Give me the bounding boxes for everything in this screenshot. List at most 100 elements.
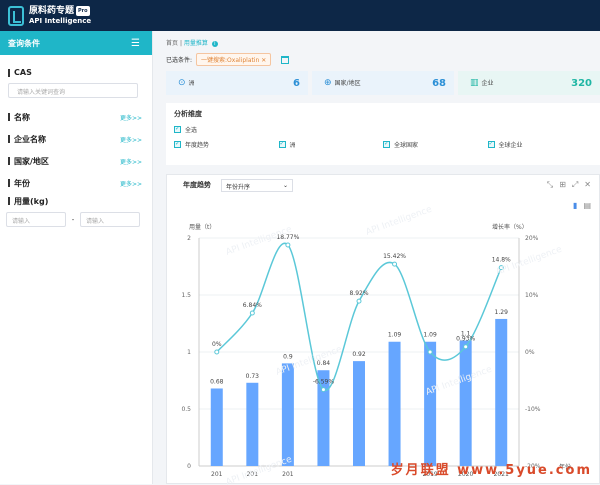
sort-value: 年份升序 <box>226 183 251 191</box>
checkbox-icon <box>487 140 495 148</box>
analysis-options: 年度趋势 洲 全球国家 全球企业 <box>174 140 592 149</box>
menu-icon[interactable]: ☰ <box>131 38 140 49</box>
sidebar: 查询条件 ☰ CAS 请输入关键词查询 名称 更多>> 企业名称 更多>> 国家… <box>0 31 153 484</box>
country-more-link[interactable]: 更多>> <box>120 157 142 166</box>
y-tick-label-right: 20% <box>525 235 539 242</box>
y-tick-label-left: 2 <box>187 235 191 242</box>
option-continent[interactable]: 洲 <box>278 140 384 149</box>
sort-select[interactable]: 年份升序 ⌄ <box>221 178 293 192</box>
growth-rate-point <box>214 349 220 355</box>
sidebar-title: 查询条件 <box>8 38 40 48</box>
amount-max-input[interactable]: 请输入 <box>80 212 140 227</box>
stat-value: 6 <box>293 77 300 89</box>
cas-search-input[interactable]: 请输入关键词查询 <box>8 83 138 98</box>
breadcrumb-separator: | <box>179 40 182 47</box>
growth-rate-label: 0.93% <box>456 336 475 343</box>
breadcrumb-current: 用量推算 <box>183 40 208 47</box>
filter-row-year: 年份 更多>> <box>8 172 142 194</box>
checkbox-icon <box>174 125 181 133</box>
analysis-title: 分析维度 <box>174 110 202 118</box>
info-icon[interactable]: i <box>211 41 218 47</box>
y-tick-label-left: 1 <box>187 349 191 356</box>
site-watermark: 岁月联盟 www.5yue.com <box>390 463 592 478</box>
flag-icon: ⊕ <box>324 78 332 88</box>
fullscreen-icon[interactable]: ⤢ <box>572 180 578 190</box>
option-label: 全球国家 <box>394 142 419 149</box>
chart-watermark: API Intelligence <box>365 205 434 238</box>
y-tick-label-left: 0.5 <box>181 406 191 413</box>
y-tick-label-right: -10% <box>525 406 541 413</box>
analysis-panel: 分析维度 全选 年度趋势 洲 全球国家 全球企业 <box>166 103 600 165</box>
bar <box>424 341 437 466</box>
stat-continent[interactable]: ⊙ 洲 6 <box>166 71 308 95</box>
logo-icon <box>8 5 24 26</box>
y-tick-label-left: 0 <box>187 463 191 470</box>
bar <box>246 382 259 466</box>
bar <box>495 318 508 466</box>
checkbox-icon <box>383 140 390 148</box>
close-icon[interactable]: ✕ <box>584 180 591 190</box>
chart-toolbar: ⤡ ⊞ ⤢ ✕ <box>547 180 591 190</box>
calendar-icon[interactable] <box>281 55 290 64</box>
breadcrumb-home[interactable]: 首页 <box>166 40 178 47</box>
amount-label: 用量(kg) <box>8 196 48 207</box>
x-tick-label: 201 <box>211 471 223 478</box>
select-all-checkbox[interactable]: 全选 <box>174 125 592 134</box>
growth-rate-point <box>356 298 362 304</box>
option-label: 全球企业 <box>498 142 523 149</box>
stat-label: 企业 <box>481 80 494 87</box>
bar-value-label: 0.68 <box>210 378 224 385</box>
growth-rate-point <box>392 261 398 267</box>
logo[interactable]: 原料药专题 Pro API Intelligence <box>29 5 91 26</box>
company-more-link[interactable]: 更多>> <box>120 135 142 144</box>
checkbox-icon <box>278 140 286 148</box>
checkbox-icon <box>174 140 181 148</box>
close-icon[interactable]: ✕ <box>261 57 266 64</box>
filter-row-company: 企业名称 更多>> <box>8 128 142 150</box>
amount-min-input[interactable]: 请输入 <box>6 212 66 227</box>
option-global-company[interactable]: 全球企业 <box>487 140 593 149</box>
range-separator: - <box>71 215 75 224</box>
bar-value-label: 1.29 <box>495 309 509 316</box>
stat-company[interactable]: ▥ 企业 320 <box>458 71 600 95</box>
growth-rate-point <box>320 387 326 393</box>
bar <box>388 341 401 466</box>
stat-value: 320 <box>571 77 592 89</box>
y-tick-label-right: 0% <box>525 349 535 356</box>
selected-filters: 已选条件: 一键搜索:Oxaliplatin ✕ <box>166 53 290 66</box>
y-tick-label-right: 10% <box>525 292 539 299</box>
amount-range: 请输入 - 请输入 <box>0 212 152 227</box>
option-annual-trend[interactable]: 年度趋势 <box>174 140 279 149</box>
bar-value-label: 0.9 <box>283 353 293 360</box>
option-global-country[interactable]: 全球国家 <box>383 140 488 149</box>
filter-row-country: 国家/地区 更多>> <box>8 150 142 172</box>
cas-label: CAS <box>8 68 142 77</box>
option-label: 洲 <box>289 142 296 149</box>
y-axis-left-label: 用量（t） <box>189 224 215 231</box>
annual-trend-chart: 用量（t） 增长率（%）年份00.511.52-20%-10%0%10%20%0.… <box>181 205 571 485</box>
y-axis-right-label: 增长率（%） <box>492 223 528 231</box>
bar <box>459 340 472 466</box>
chart-card: 年度趋势 年份升序 ⌄ ⤡ ⊞ ⤢ ✕ ▮ ▤ 用量（t） 增长率（%） 年份 0 0.5… <box>166 174 600 485</box>
company-label: 企业名称 <box>8 134 46 145</box>
bar <box>281 363 294 466</box>
growth-rate-label: 6.84% <box>243 302 262 309</box>
option-label: 年度趋势 <box>185 142 210 149</box>
stat-label: 国家/地区 <box>334 80 361 87</box>
y-tick-label-left: 1.5 <box>181 292 191 299</box>
expand-icon[interactable]: ⊞ <box>559 180 566 190</box>
year-more-link[interactable]: 更多>> <box>120 179 142 188</box>
country-label: 国家/地区 <box>8 156 49 167</box>
growth-rate-point <box>285 242 291 248</box>
bar <box>353 361 365 466</box>
chart-watermark: API Intelligence <box>225 455 294 485</box>
bar-value-label: 1.09 <box>423 332 437 339</box>
name-more-link[interactable]: 更多>> <box>120 113 142 122</box>
building-icon: ▥ <box>470 78 479 88</box>
logo-title: 原料药专题 <box>29 5 75 16</box>
pro-badge: Pro <box>76 5 90 16</box>
stat-country[interactable]: ⊕ 国家/地区 68 <box>312 71 454 95</box>
stats-bar: ⊙ 洲 6 ⊕ 国家/地区 68 ▥ 企业 320 <box>166 71 600 95</box>
growth-rate-label: 8.92% <box>349 290 368 297</box>
collapse-icon[interactable]: ⤡ <box>547 180 553 190</box>
